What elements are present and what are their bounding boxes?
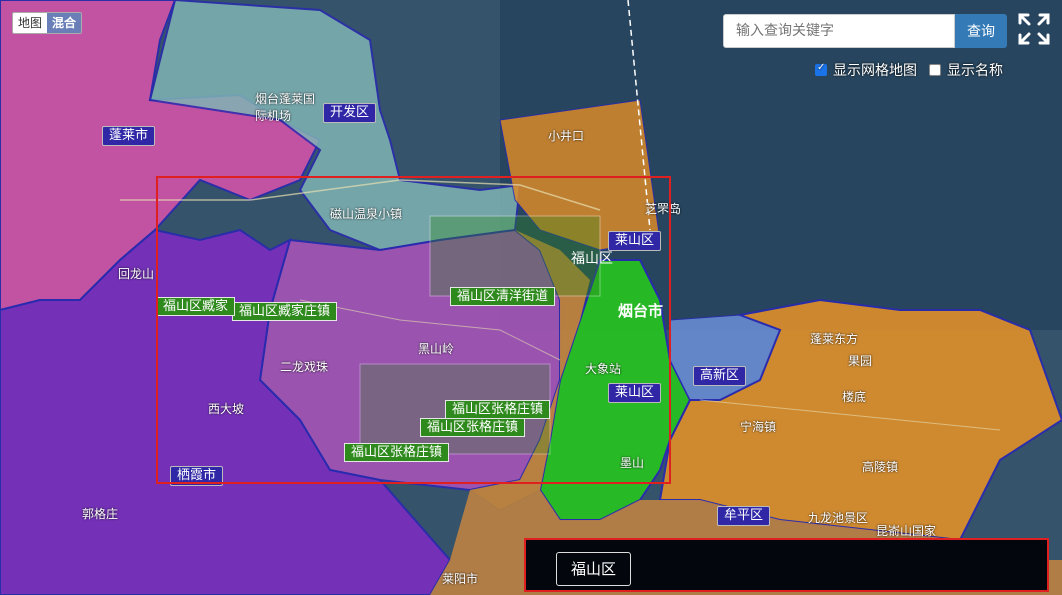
selected-district-tag[interactable]: 福山区 — [556, 552, 632, 586]
place-label: 高陵镇 — [862, 460, 899, 474]
place-label: 昆嵛山国家 — [876, 524, 937, 538]
fullscreen-icon[interactable] — [1016, 11, 1052, 47]
search-input[interactable] — [723, 14, 955, 48]
show-name-checkbox[interactable] — [929, 64, 941, 76]
grid-map-checkbox[interactable] — [815, 62, 827, 76]
map-type-toggle[interactable]: 地图 混合 — [12, 12, 83, 34]
grid-map-label: 显示网格地图 — [833, 63, 917, 79]
selected-info-panel: 福山区 — [524, 538, 1049, 592]
place-label: 宁海镇 — [740, 420, 777, 434]
search-bar: 查询 — [723, 14, 1007, 48]
place-label: 郭格庄 — [82, 507, 119, 521]
place-label: 烟台蓬莱国际机场 — [255, 92, 316, 123]
district-label-muping[interactable]: 牟平区 — [717, 506, 771, 526]
display-options: 显示网格地图 显示名称 — [815, 60, 1003, 80]
place-label: 蓬莱东方 — [810, 332, 859, 346]
place-label: 小井口 — [548, 129, 585, 143]
place-label: 楼底 — [842, 390, 867, 404]
district-label-gaoxin[interactable]: 高新区 — [693, 366, 747, 386]
show-name-label: 显示名称 — [947, 63, 1003, 79]
district-label-kaifaqu[interactable]: 开发区 — [323, 103, 377, 123]
place-label: 莱阳市 — [442, 572, 479, 586]
place-label: 果园 — [848, 354, 873, 368]
search-button[interactable]: 查询 — [955, 14, 1007, 48]
selection-rectangle — [156, 176, 671, 484]
map-type-map-button[interactable]: 地图 — [13, 13, 48, 33]
place-label: 九龙池景区 — [808, 511, 869, 525]
place-label: 回龙山 — [118, 267, 155, 281]
map-type-hybrid-button[interactable]: 混合 — [47, 13, 82, 33]
district-label-penglai[interactable]: 蓬莱市 — [102, 126, 156, 146]
